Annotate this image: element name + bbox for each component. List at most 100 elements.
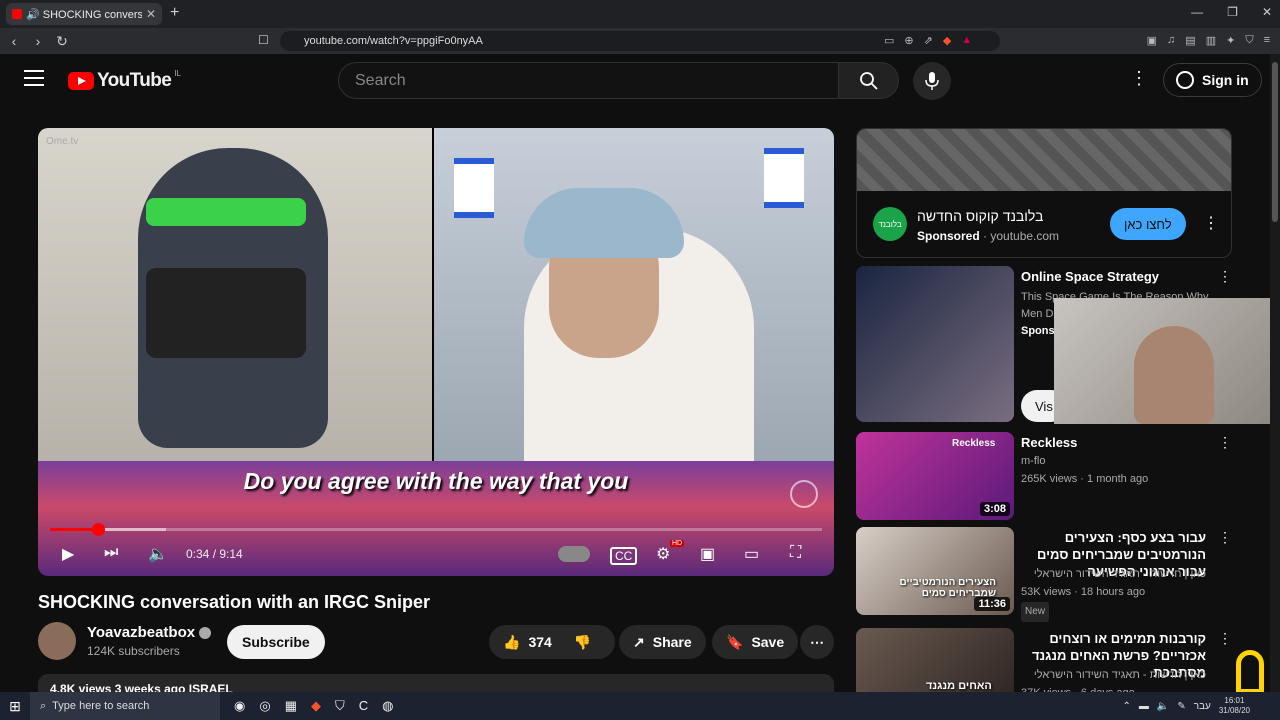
more-actions-icon[interactable]: ⋯ [800,625,834,659]
ad-cta-button[interactable]: לחצו כאן [1110,208,1186,240]
pen-icon[interactable]: ✎ [1177,701,1185,712]
app-icon[interactable]: ▦ [285,698,297,714]
new-tab-button[interactable]: + [170,4,179,22]
search-button[interactable] [839,62,899,99]
shield-app-icon[interactable]: ⛉ [335,698,345,714]
play-icon[interactable]: ▶ [62,544,74,564]
player-controls: ▶ ⏭ 🔈 0:34 / 9:14 CC ⚙ HD ▣ ▭ ⛶ [38,538,834,574]
hamburger-menu-icon[interactable] [24,70,44,91]
brave-shield-icon[interactable]: ◆ [943,34,951,47]
autoplay-toggle[interactable] [558,546,590,562]
voice-search-button[interactable] [913,62,951,100]
channel-avatar[interactable] [38,622,76,660]
recommendation-item[interactable]: Reckless 3:08 Reckless m-flo 265K views … [856,432,1232,524]
minimize-icon[interactable]: — [1191,5,1203,19]
sign-in-label: Sign in [1202,72,1249,88]
bookmark-icon[interactable]: ☐ [258,33,269,47]
search-icon [859,71,878,90]
recommendation-thumbnail[interactable]: הצעירים הנורמטיביים שמבריחים סמים 11:36 [856,527,1014,615]
ad-menu-icon[interactable]: ⋮ [1203,213,1219,233]
ai-icon[interactable]: ✦ [1226,34,1235,47]
dislike-icon[interactable]: 👎 [574,634,591,651]
recommendation-title[interactable]: Online Space Strategy [1021,268,1211,285]
zoom-icon[interactable]: ⊕ [904,34,913,47]
wallet-icon[interactable]: ▥ [1206,34,1216,47]
volume-tray-icon[interactable]: 🔈 [1157,701,1169,712]
recommendation-menu-icon[interactable]: ⋮ [1218,434,1232,451]
channel-watermark[interactable] [790,480,818,508]
bucket-hat [524,188,684,258]
verified-icon [199,627,212,640]
settings-kebab-icon[interactable]: ⋮ [1130,68,1148,89]
next-icon[interactable]: ⏭ [104,544,118,562]
video-duration: 11:36 [974,597,1010,611]
brave-rewards-icon[interactable]: ▲ [961,34,972,47]
music-icon[interactable]: ♫ [1167,34,1175,47]
recommendation-menu-icon[interactable]: ⋮ [1218,529,1232,546]
clock[interactable]: 16:01 31/08/20 [1219,696,1250,716]
theater-mode-icon[interactable]: ▭ [744,544,759,564]
scrubber-handle[interactable] [91,523,105,536]
browser-tab[interactable]: 🔊 SHOCKING conversation with ✕ [6,3,162,25]
tray-expand-icon[interactable]: ⌃ [1122,701,1130,712]
like-icon[interactable]: 👍 [503,634,520,651]
recommendation-item[interactable]: הצעירים הנורמטיביים שמבריחים סמים 11:36 … [856,527,1232,622]
forward-icon[interactable]: › [28,33,48,49]
taskbar-search[interactable]: ⌕ Type here to search [30,692,220,720]
input-language[interactable]: עבר [1194,701,1211,712]
like-count[interactable]: 374 [528,634,551,650]
recommendation-thumbnail[interactable]: Reckless 3:08 [856,432,1014,520]
sponsored-ad[interactable]: בלובנד בלובנד קוקוס החדשה Sponsored · yo… [856,128,1232,258]
ccleaner-icon[interactable]: C [359,698,368,714]
reload-icon[interactable]: ↻ [52,33,72,50]
menu-icon[interactable]: ≡ [1264,34,1270,47]
subscribe-button[interactable]: Subscribe [227,625,325,659]
ad-title[interactable]: בלובנד קוקוס החדשה [917,208,1043,224]
steam-icon[interactable]: ◎ [259,698,270,714]
reader-icon[interactable]: ▤ [1185,34,1195,47]
subtitles-icon[interactable]: CC [610,547,638,565]
obs-icon[interactable]: ◉ [234,698,245,714]
restore-icon[interactable]: ❐ [1227,5,1238,19]
webcam-person [1134,326,1214,424]
recommendation-channel[interactable]: כאן | חדשות - תאגיד השידור הישראלי [1021,565,1206,583]
settings-gear-icon[interactable]: ⚙ [656,544,670,564]
progress-bar[interactable] [50,523,822,536]
recommendation-channel[interactable]: כאן | חדשות - תאגיד השידור הישראלי [1021,666,1206,684]
recommendation-title[interactable]: Reckless [1021,434,1211,451]
youtube-logo[interactable]: YouTube IL [68,69,181,92]
video-title: SHOCKING conversation with an IRGC Snipe… [38,592,431,612]
volume-icon[interactable]: 🔈 [148,544,168,564]
flag-right [764,148,804,208]
channel-name-row[interactable]: Yoavazbeatbox [87,624,212,641]
system-tray: ⌃ ▬ 🔈 ✎ עבר 16:01 31/08/20 [1122,696,1250,716]
recommendation-menu-icon[interactable]: ⋮ [1218,630,1232,647]
sign-in-button[interactable]: Sign in [1163,63,1262,97]
share-page-icon[interactable]: ⇗ [924,34,933,47]
back-icon[interactable]: ‹ [4,33,24,49]
scrollbar-thumb[interactable] [1272,62,1278,222]
close-window-icon[interactable]: ✕ [1262,5,1272,19]
recommendation-thumbnail[interactable] [856,266,1014,422]
tab-close-icon[interactable]: ✕ [146,7,156,21]
vpn-icon[interactable]: ⛉ [1245,34,1253,47]
ad-logo: בלובנד [873,207,907,241]
windows-start-icon[interactable]: ⊞ [0,698,30,715]
cast-icon[interactable]: ▭ [884,34,894,47]
recommendation-menu-icon[interactable]: ⋮ [1218,268,1232,285]
network-icon[interactable]: ▬ [1139,701,1149,712]
sidebar-icon[interactable]: ▣ [1147,34,1157,47]
brave-browser-icon[interactable]: ◆ [311,698,321,714]
miniplayer-icon[interactable]: ▣ [700,544,715,564]
share-button[interactable]: ↗ Share [619,625,706,659]
fullscreen-icon[interactable]: ⛶ [790,544,801,562]
discord-icon[interactable]: ◍ [382,698,393,714]
search-input[interactable] [355,71,838,90]
recommendation-channel[interactable]: m-flo [1021,452,1221,470]
video-player[interactable]: Ome.tv Do you agree with the way that yo… [38,128,834,576]
search-box [338,62,839,99]
browser-toolbar: ‹ › ↻ ☐ youtube.com/watch?v=ppgiFo0nyAA … [0,28,1280,54]
page-scrollbar[interactable] [1270,54,1280,692]
time-display: 0:34 / 9:14 [186,547,243,561]
save-button[interactable]: 🔖 Save [712,625,799,659]
